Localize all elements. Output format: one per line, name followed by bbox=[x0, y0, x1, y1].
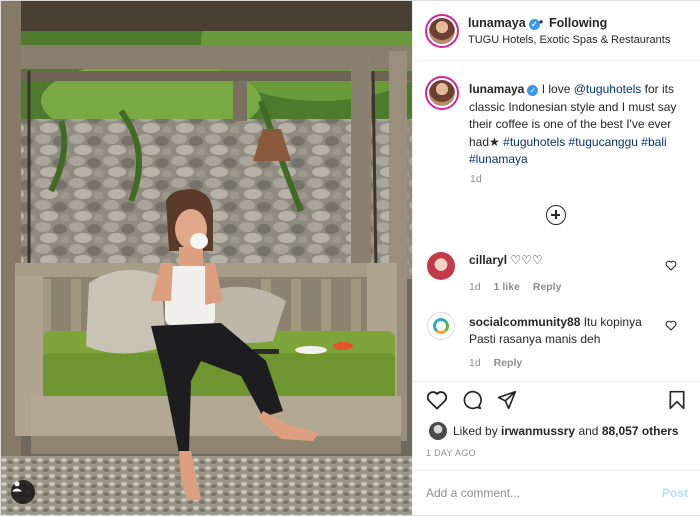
star-emoji: ★ bbox=[489, 134, 500, 149]
comment-time: 1d bbox=[469, 357, 481, 369]
commenter-avatar[interactable] bbox=[427, 252, 455, 280]
caption-username[interactable]: lunamaya bbox=[469, 82, 524, 96]
location-link[interactable]: TUGU Hotels, Exotic Spas & Restaurants bbox=[468, 34, 670, 46]
caption-timestamp: 1d bbox=[470, 173, 482, 185]
user-tag-icon[interactable] bbox=[11, 480, 35, 504]
author-username[interactable]: lunamaya bbox=[468, 16, 526, 30]
comment-meta: 1d 1 like Reply bbox=[469, 281, 571, 293]
comment: socialcommunity88 Itu kopinya Pasti rasa… bbox=[469, 314, 669, 348]
photo-scene bbox=[1, 1, 412, 515]
hashtag[interactable]: #lunamaya bbox=[469, 152, 528, 166]
liker-avatar[interactable] bbox=[429, 422, 447, 440]
comment-likes[interactable]: 1 like bbox=[494, 281, 520, 293]
paper-plane-icon[interactable] bbox=[496, 390, 518, 410]
comment-time: 1d bbox=[469, 281, 481, 293]
liked-by-label: Liked by bbox=[453, 424, 498, 438]
separator-dot: • bbox=[539, 15, 544, 29]
comment-input[interactable] bbox=[426, 486, 646, 500]
post-sidebar: lunamaya ✓ • Following TUGU Hotels, Exoti… bbox=[412, 1, 700, 515]
commenter-avatar[interactable] bbox=[427, 312, 455, 340]
instagram-post: lunamaya ✓ • Following TUGU Hotels, Exoti… bbox=[0, 0, 700, 516]
following-button[interactable]: Following bbox=[549, 16, 607, 30]
comment-username[interactable]: socialcommunity88 bbox=[469, 315, 580, 329]
post-comment-button[interactable]: Post bbox=[662, 486, 688, 500]
heart-icon[interactable] bbox=[665, 260, 677, 271]
likes-count[interactable]: 88,057 others bbox=[602, 424, 679, 438]
post-header: lunamaya ✓ • Following TUGU Hotels, Exoti… bbox=[413, 1, 700, 61]
heart-icon[interactable] bbox=[426, 390, 448, 410]
comment-username[interactable]: cillaryl bbox=[469, 253, 507, 267]
reply-button[interactable]: Reply bbox=[494, 357, 523, 369]
likes-summary: Liked by irwanmussry and 88,057 others bbox=[429, 422, 679, 440]
bookmark-icon[interactable] bbox=[668, 390, 686, 410]
hashtag[interactable]: #bali bbox=[641, 135, 666, 149]
caption-mention[interactable]: @tuguhotels bbox=[574, 82, 642, 96]
verified-badge-icon: ✓ bbox=[527, 85, 539, 96]
author-avatar[interactable] bbox=[425, 14, 459, 48]
caption-avatar[interactable] bbox=[425, 76, 459, 110]
post-caption: lunamaya ✓ I love @tuguhotels for its cla… bbox=[469, 81, 694, 169]
comment-bar: Post bbox=[413, 470, 700, 516]
comment-bubble-icon[interactable] bbox=[461, 390, 483, 410]
likes-and: and bbox=[578, 424, 599, 438]
heart-icon[interactable] bbox=[665, 320, 677, 331]
post-timestamp: 1 DAY AGO bbox=[426, 448, 476, 458]
post-actions: Liked by irwanmussry and 88,057 others 1… bbox=[413, 381, 700, 515]
caption-text-1: I love bbox=[541, 82, 571, 96]
comment: cillaryl ♡♡♡ bbox=[469, 252, 669, 269]
plus-circle-icon[interactable] bbox=[546, 205, 566, 225]
hashtag[interactable]: #tuguhotels bbox=[503, 135, 565, 149]
hashtag[interactable]: #tugucanggu bbox=[569, 135, 638, 149]
comment-text: ♡♡♡ bbox=[510, 253, 543, 267]
comment-meta: 1d Reply bbox=[469, 357, 532, 369]
liker-username[interactable]: irwanmussry bbox=[501, 424, 575, 438]
post-photo[interactable] bbox=[1, 1, 412, 515]
author-username-row: lunamaya ✓ bbox=[468, 16, 540, 30]
reply-button[interactable]: Reply bbox=[533, 281, 562, 293]
